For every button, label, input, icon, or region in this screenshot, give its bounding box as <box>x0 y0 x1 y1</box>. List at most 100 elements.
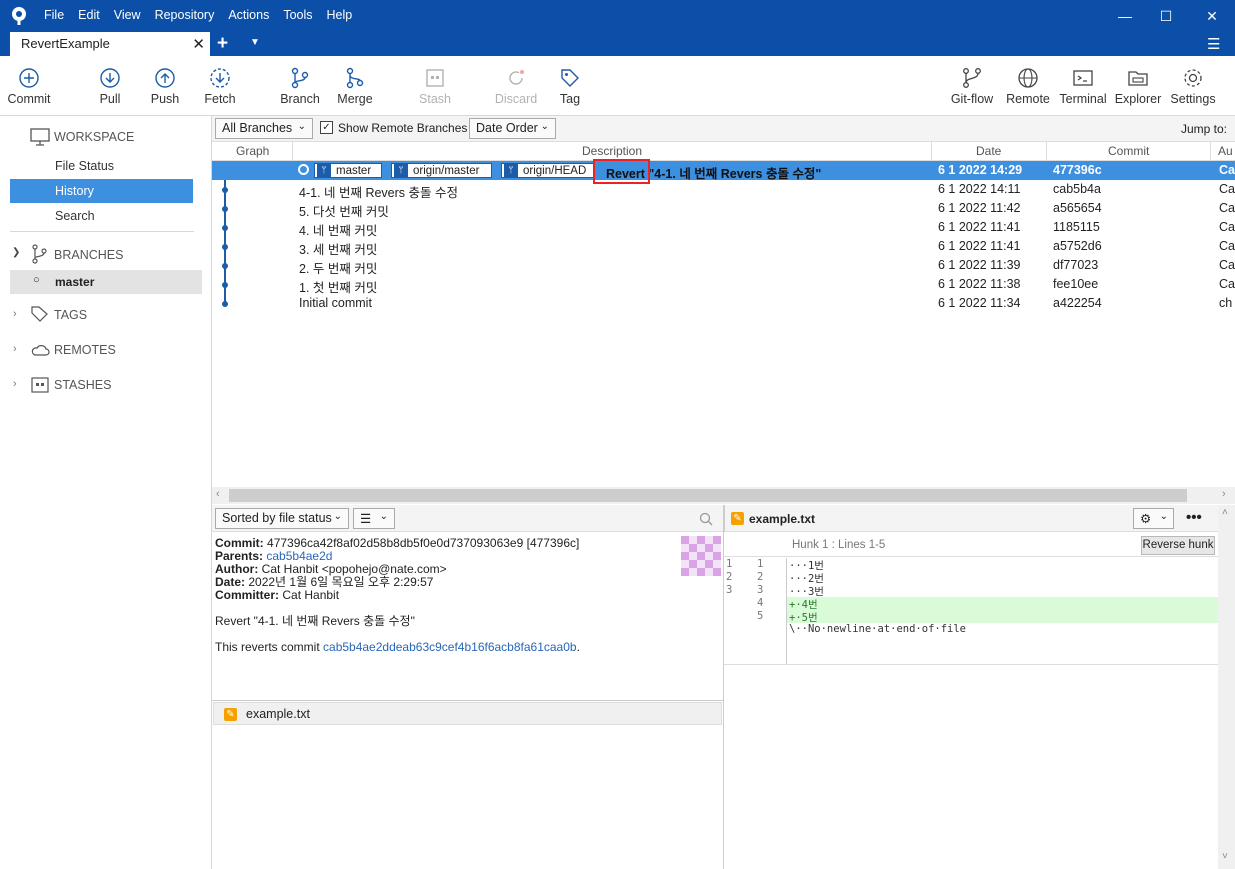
ref-tag-master[interactable]: ᛘ master <box>314 163 382 178</box>
commit-button[interactable]: Commit <box>4 56 54 116</box>
scroll-right-icon[interactable]: › <box>1222 488 1226 500</box>
scrollbar-thumb[interactable] <box>229 489 1187 502</box>
commit-hash: a422254 <box>1053 296 1102 310</box>
commit-row[interactable]: 4. 네 번째 커밋 6 1 2022 11:41 1185115 Ca <box>212 218 1235 238</box>
gear-icon: ⚙ <box>1140 512 1152 526</box>
tab-dropdown-icon[interactable]: ▼ <box>250 37 260 48</box>
commit-row[interactable]: 5. 다섯 번째 커밋 6 1 2022 11:42 a565654 Ca <box>212 199 1235 219</box>
col-description[interactable]: Description <box>582 144 642 158</box>
sidebar-item-file-status[interactable]: File Status <box>55 159 114 173</box>
menu-view[interactable]: View <box>114 8 141 22</box>
pane-splitter[interactable] <box>723 505 724 869</box>
sidebar-item-search[interactable]: Search <box>55 209 95 223</box>
gitflow-button[interactable]: Git-flow <box>946 56 998 116</box>
view-mode-dropdown[interactable]: ☰ ⌄ <box>353 508 395 529</box>
push-icon <box>155 68 175 88</box>
chevron-down-icon[interactable]: ❯ <box>12 247 20 258</box>
branch-filter-dropdown[interactable]: All Branches ⌄ <box>215 118 313 139</box>
chevron-right-icon[interactable]: › <box>13 343 17 355</box>
menu-help[interactable]: Help <box>327 8 353 22</box>
menu-file[interactable]: File <box>44 8 64 22</box>
chevron-right-icon[interactable]: › <box>13 378 17 390</box>
title-bar: File Edit View Repository Actions Tools … <box>0 0 1235 32</box>
chevron-down-icon: ⌄ <box>540 121 549 132</box>
ref-tag-origin-head[interactable]: ᛘ origin/HEAD <box>501 163 595 178</box>
col-commit[interactable]: Commit <box>1108 144 1149 158</box>
branches-header[interactable]: BRANCHES <box>54 248 123 262</box>
scroll-left-icon[interactable]: ‹ <box>216 488 220 500</box>
ref-tag-origin-master[interactable]: ᛘ origin/master <box>391 163 492 178</box>
pull-icon <box>100 68 120 88</box>
commit-row-selected[interactable]: ᛘ master ᛘ origin/master ᛘ origin/HEAD Reve… <box>212 161 1235 181</box>
remotes-header[interactable]: REMOTES <box>54 343 116 357</box>
stashes-header[interactable]: STASHES <box>54 378 111 392</box>
stash-button[interactable]: Stash <box>413 56 457 116</box>
chevron-right-icon[interactable]: › <box>13 308 17 320</box>
branch-icon <box>32 244 47 264</box>
commit-row[interactable]: 2. 두 번째 커밋 6 1 2022 11:39 df77023 Ca <box>212 256 1235 276</box>
menu-edit[interactable]: Edit <box>78 8 100 22</box>
col-date[interactable]: Date <box>976 144 1001 158</box>
menu-tools[interactable]: Tools <box>283 8 312 22</box>
changed-file-name[interactable]: example.txt <box>246 707 310 721</box>
commit-row[interactable]: 3. 세 번째 커밋 6 1 2022 11:41 a5752d6 Ca <box>212 237 1235 257</box>
avatar <box>681 536 721 576</box>
search-icon[interactable] <box>699 512 713 526</box>
show-remote-checkbox[interactable]: ✓ <box>320 121 333 134</box>
remote-button[interactable]: Remote <box>1005 56 1051 116</box>
pane-splitter[interactable] <box>212 700 723 701</box>
explorer-button[interactable]: Explorer <box>1114 56 1162 116</box>
maximize-icon[interactable]: ☐ <box>1156 6 1176 26</box>
parent-hash-link[interactable]: cab5b4ae2d <box>266 549 332 563</box>
workspace-header[interactable]: WORKSPACE <box>54 130 134 144</box>
close-window-icon[interactable]: ✕ <box>1202 6 1222 26</box>
commit-date: 6 1 2022 11:38 <box>938 277 1021 291</box>
commit-row[interactable]: 4-1. 네 번째 Revers 충돌 수정 6 1 2022 14:11 ca… <box>212 180 1235 200</box>
branch-filter-label: All Branches <box>222 121 293 135</box>
sort-dropdown[interactable]: Sorted by file status ⌄ <box>215 508 349 529</box>
diff-options-dropdown[interactable]: ⚙ ⌄ <box>1133 508 1174 529</box>
tags-header[interactable]: TAGS <box>54 308 87 322</box>
settings-label: Settings <box>1170 92 1216 106</box>
menu-actions[interactable]: Actions <box>228 8 269 22</box>
close-tab-icon[interactable]: ✕ <box>192 35 205 53</box>
hamburger-menu-icon[interactable]: ☰ <box>1207 35 1220 53</box>
discard-icon <box>509 70 524 85</box>
scroll-down-icon[interactable]: ˅ <box>1222 851 1228 862</box>
commit-row[interactable]: 1. 첫 번째 커밋 6 1 2022 11:38 fee10ee Ca <box>212 275 1235 295</box>
col-graph[interactable]: Graph <box>236 144 269 158</box>
settings-button[interactable]: Settings <box>1168 56 1218 116</box>
fetch-button[interactable]: Fetch <box>198 56 242 116</box>
more-options-icon[interactable]: ••• <box>1186 509 1202 526</box>
order-dropdown[interactable]: Date Order ⌄ <box>469 118 556 139</box>
branch-button[interactable]: Branch <box>278 56 322 116</box>
reverted-hash-link[interactable]: cab5b4ae2ddeab63c9cef4b16f6acb8fa61caa0b <box>323 640 577 654</box>
date-value: 2022년 1월 6일 목요일 오후 2:29:57 <box>248 575 434 589</box>
discard-button[interactable]: Discard <box>490 56 542 116</box>
col-separator <box>1046 142 1047 161</box>
sidebar-item-master[interactable]: ○ master <box>10 270 202 294</box>
col-author[interactable]: Au <box>1218 144 1233 158</box>
diff-file-name: example.txt <box>749 512 816 526</box>
repo-tab[interactable]: RevertExample ✕ <box>10 32 210 56</box>
commit-hash: a5752d6 <box>1053 239 1102 253</box>
scroll-up-icon[interactable]: ˄ <box>1222 507 1228 518</box>
tag-icon <box>561 69 579 87</box>
new-tab-icon[interactable]: + <box>217 33 228 55</box>
terminal-button[interactable]: Terminal <box>1058 56 1108 116</box>
push-button[interactable]: Push <box>143 56 187 116</box>
history-hscrollbar[interactable]: ‹ › <box>212 487 1235 504</box>
menu-repository[interactable]: Repository <box>155 8 215 22</box>
commit-author: Ca <box>1219 201 1235 215</box>
merge-button[interactable]: Merge <box>333 56 377 116</box>
diff-vscrollbar[interactable]: ˄ ˅ <box>1218 505 1235 869</box>
branch-icon: ᛘ <box>394 164 408 177</box>
reverse-hunk-button[interactable]: Reverse hunk <box>1141 536 1215 555</box>
tag-button[interactable]: Tag <box>548 56 592 116</box>
sidebar-item-history[interactable]: History <box>10 179 193 203</box>
commit-row[interactable]: Initial commit 6 1 2022 11:34 a422254 ch <box>212 294 1235 313</box>
minimize-icon[interactable]: — <box>1115 6 1135 26</box>
commit-icon <box>19 68 39 88</box>
tag-icon <box>31 306 48 322</box>
pull-button[interactable]: Pull <box>88 56 132 116</box>
